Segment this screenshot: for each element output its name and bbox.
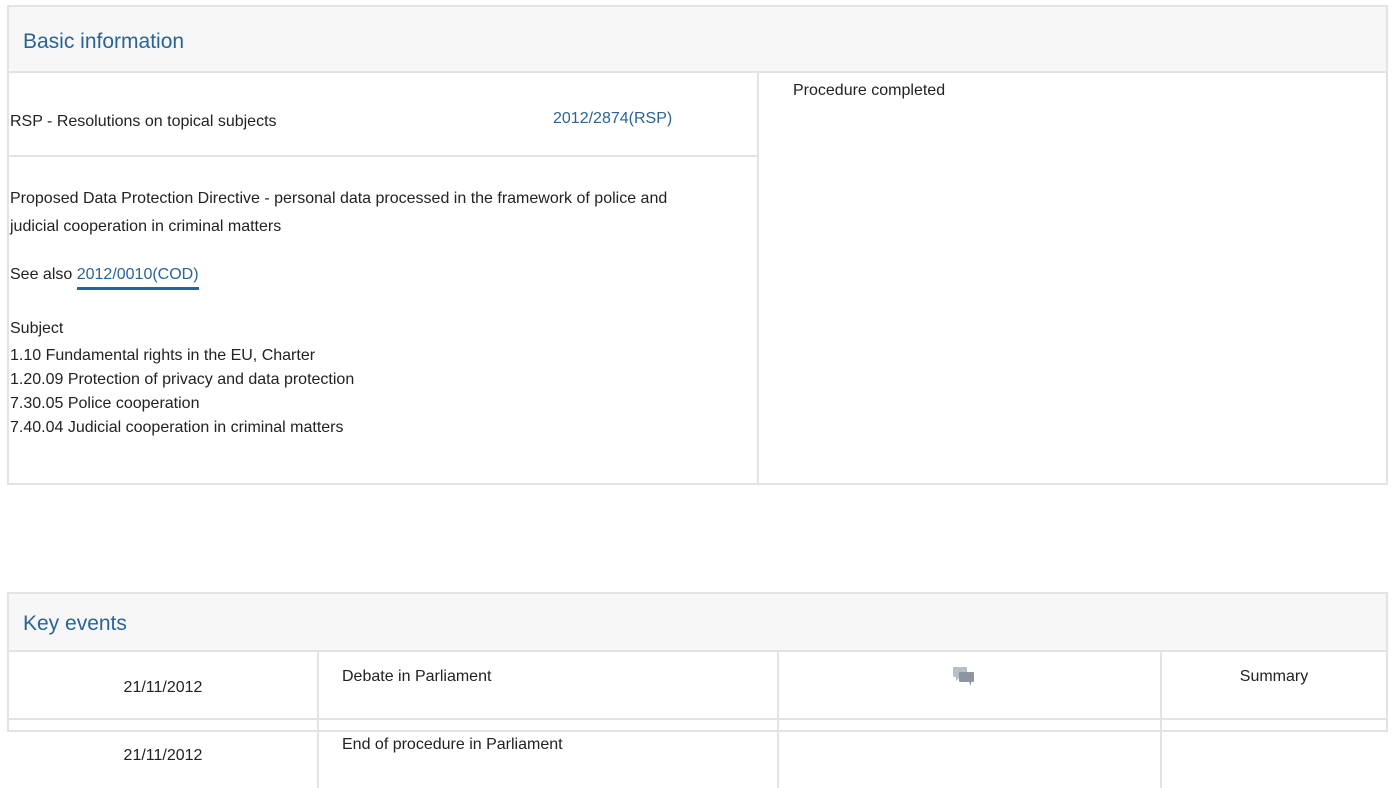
- event-icon-cell: [779, 652, 1162, 718]
- basic-info-left-column: RSP - Resolutions on topical subjects 20…: [9, 73, 759, 483]
- see-also-link[interactable]: 2012/0010(COD): [76, 266, 199, 290]
- summary-link[interactable]: Summary: [1240, 668, 1308, 685]
- subject-item: 7.40.04 Judicial cooperation in criminal…: [10, 419, 344, 436]
- event-date: 21/11/2012: [9, 652, 319, 718]
- procedure-title: Proposed Data Protection Directive - per…: [10, 190, 668, 235]
- event-summary-cell: [1162, 720, 1386, 788]
- basic-info-right-column: Procedure completed: [759, 73, 1386, 483]
- subject-list: 1.10 Fundamental rights in the EU, Chart…: [10, 344, 354, 440]
- procedure-type-row: RSP - Resolutions on topical subjects 20…: [9, 73, 757, 157]
- event-summary-cell: Summary: [1162, 652, 1386, 718]
- key-events-panel: Key events 21/11/2012 Debate in Parliame…: [7, 592, 1388, 788]
- subject-item: 7.30.05 Police cooperation: [10, 395, 200, 412]
- subject-item: 1.20.09 Protection of privacy and data p…: [10, 371, 355, 388]
- event-row: 21/11/2012 Debate in Parliament Summary: [9, 652, 1386, 720]
- see-also: See also 2012/0010(COD): [10, 266, 199, 290]
- procedure-reference-link[interactable]: 2012/2874(RSP): [553, 110, 672, 128]
- basic-information-panel: Basic information RSP - Resolutions on t…: [7, 5, 1388, 485]
- event-row: 21/11/2012 End of procedure in Parliamen…: [9, 720, 1386, 788]
- procedure-type: RSP - Resolutions on topical subjects: [10, 113, 277, 130]
- event-icon-cell: [779, 720, 1162, 788]
- subject-label: Subject: [10, 320, 64, 337]
- event-date: 21/11/2012: [9, 720, 319, 788]
- subject-item: 1.10 Fundamental rights in the EU, Chart…: [10, 347, 316, 364]
- event-name: Debate in Parliament: [319, 652, 779, 718]
- procedure-status: Procedure completed: [793, 82, 946, 99]
- basic-information-header: Basic information: [9, 7, 1386, 73]
- see-also-label: See also: [10, 266, 73, 283]
- key-events-header: Key events: [9, 594, 1386, 652]
- event-name: End of procedure in Parliament: [319, 720, 779, 788]
